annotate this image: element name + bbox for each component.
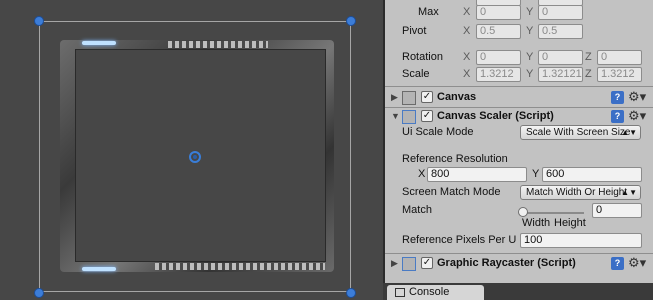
- scale-y-axis: Y: [526, 68, 534, 80]
- foldout-collapsed-icon[interactable]: ▶: [391, 92, 398, 103]
- width-label: Width: [522, 217, 551, 229]
- screen-match-mode-value: Match Width Or Height: [526, 187, 628, 198]
- resize-handle-bottom-right[interactable]: [346, 288, 356, 298]
- frame-dashes-top: [168, 41, 268, 48]
- bottom-tab-bar: Console: [383, 283, 653, 300]
- canvas-component-icon: [402, 91, 416, 105]
- rotation-z-axis: Z: [585, 51, 592, 63]
- ref-y-field[interactable]: 600: [542, 167, 642, 182]
- console-icon: [395, 288, 405, 297]
- resize-handle-bottom-left[interactable]: [34, 288, 44, 298]
- ui-scale-mode-dropdown[interactable]: Scale With Screen Size ▲▼: [520, 125, 641, 140]
- scale-label: Scale: [402, 68, 430, 80]
- screen-match-mode-label: Screen Match Mode: [402, 186, 501, 198]
- script-component-icon: [402, 257, 416, 271]
- canvas-scaler-title: Canvas Scaler (Script): [437, 110, 554, 122]
- reference-resolution-fields: X 800 Y 600: [385, 166, 653, 184]
- rotation-y-field[interactable]: 0: [538, 50, 583, 65]
- rotation-z-field[interactable]: 0: [597, 50, 642, 65]
- graphic-raycaster-enabled-checkbox[interactable]: ✓: [421, 257, 433, 269]
- min-x-field-partial[interactable]: [476, 0, 521, 6]
- frame-glow-bottom: [82, 267, 116, 271]
- dropdown-arrow-icon: ▲▼: [621, 188, 637, 197]
- scale-y-field[interactable]: 1.32121: [538, 67, 583, 82]
- script-component-icon: [402, 110, 416, 124]
- match-slider-track[interactable]: [522, 212, 584, 214]
- gear-icon[interactable]: ⚙▾: [628, 108, 646, 124]
- foldout-collapsed-icon[interactable]: ▶: [391, 258, 398, 269]
- max-y-field[interactable]: 0: [538, 5, 583, 20]
- max-x-axis: X: [463, 6, 471, 18]
- rotation-label: Rotation: [402, 51, 443, 63]
- ui-scale-mode-label: Ui Scale Mode: [402, 126, 474, 138]
- match-slider-thumb[interactable]: [518, 207, 528, 217]
- graphic-raycaster-title: Graphic Raycaster (Script): [437, 257, 576, 269]
- dropdown-arrow-icon: ▲▼: [621, 128, 637, 137]
- scale-z-axis: Z: [585, 68, 592, 80]
- ui-scale-mode-value: Scale With Screen Size: [526, 127, 631, 138]
- help-icon[interactable]: ?: [611, 257, 624, 270]
- rotation-x-axis: X: [463, 51, 471, 63]
- tab-console-label: Console: [409, 286, 450, 298]
- canvas-component-title: Canvas: [437, 91, 477, 103]
- scale-x-axis: X: [463, 68, 471, 80]
- pivot-x-field[interactable]: 0.5: [476, 24, 521, 39]
- frame-glow-top: [82, 41, 116, 45]
- scale-row: Scale X 1.3212 Y 1.32121 Z 1.3212: [385, 66, 653, 84]
- max-label: Max: [418, 6, 439, 18]
- help-icon[interactable]: ?: [611, 110, 624, 123]
- pivot-handle[interactable]: [189, 151, 201, 163]
- help-icon[interactable]: ?: [611, 91, 624, 104]
- min-y-field-partial[interactable]: [538, 0, 583, 6]
- height-label: Height: [554, 217, 586, 229]
- tab-console[interactable]: Console: [387, 285, 484, 300]
- gear-icon[interactable]: ⚙▾: [628, 89, 646, 105]
- max-row: Max X 0 Y 0: [385, 4, 653, 22]
- reference-resolution-label: Reference Resolution: [402, 153, 508, 165]
- ref-y-label: Y: [532, 168, 540, 180]
- max-x-field[interactable]: 0: [476, 5, 521, 20]
- scene-view[interactable]: [0, 0, 381, 300]
- divider: [385, 253, 653, 254]
- pivot-y-axis: Y: [526, 25, 534, 37]
- resize-handle-top-left[interactable]: [34, 16, 44, 26]
- pivot-row: Pivot X 0.5 Y 0.5: [385, 23, 653, 41]
- screen-match-mode-dropdown[interactable]: Match Width Or Height ▲▼: [520, 185, 641, 200]
- scale-z-field[interactable]: 1.3212: [597, 67, 642, 82]
- pivot-x-axis: X: [463, 25, 471, 37]
- rotation-y-axis: Y: [526, 51, 534, 63]
- rotation-x-field[interactable]: 0: [476, 50, 521, 65]
- ref-x-label: X: [418, 168, 426, 180]
- ref-x-field[interactable]: 800: [427, 167, 527, 182]
- foldout-expanded-icon[interactable]: ▼: [391, 111, 400, 121]
- reference-pixels-field[interactable]: 100: [520, 233, 642, 248]
- canvas-enabled-checkbox[interactable]: ✓: [421, 91, 433, 103]
- scale-x-field[interactable]: 1.3212: [476, 67, 521, 82]
- gear-icon[interactable]: ⚙▾: [628, 255, 646, 271]
- canvas-scaler-enabled-checkbox[interactable]: ✓: [421, 110, 433, 122]
- reference-pixels-row: Reference Pixels Per U 100: [385, 232, 653, 250]
- canvas-component-header[interactable]: ▶ ✓ Canvas ? ⚙▾: [385, 89, 653, 107]
- match-slider-labels: Width Height: [385, 215, 653, 233]
- inspector-panel: Max X 0 Y 0 Pivot X 0.5 Y 0.5 Rotation X…: [383, 0, 653, 300]
- rotation-row: Rotation X 0 Y 0 Z 0: [385, 49, 653, 67]
- divider: [385, 86, 653, 87]
- max-y-axis: Y: [526, 6, 534, 18]
- resize-handle-top-right[interactable]: [346, 16, 356, 26]
- frame-dashes-bottom: [155, 263, 325, 270]
- pivot-y-field[interactable]: 0.5: [538, 24, 583, 39]
- reference-pixels-label: Reference Pixels Per U: [402, 234, 517, 246]
- ui-scale-mode-row: Ui Scale Mode Scale With Screen Size ▲▼: [385, 124, 653, 142]
- pivot-label: Pivot: [402, 25, 427, 37]
- graphic-raycaster-component-header[interactable]: ▶ ✓ Graphic Raycaster (Script) ? ⚙▾: [385, 255, 653, 273]
- screen-match-mode-row: Screen Match Mode Match Width Or Height ▲…: [385, 184, 653, 202]
